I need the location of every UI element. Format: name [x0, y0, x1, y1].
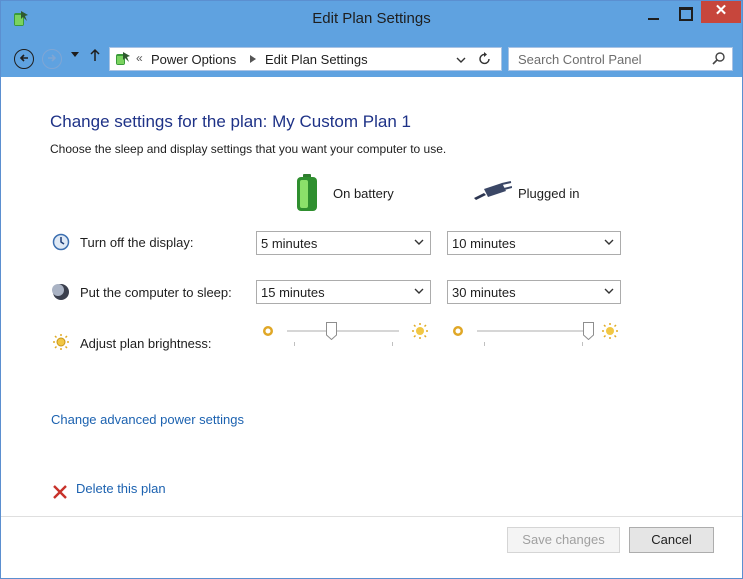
display-plugged-value: 10 minutes — [452, 236, 516, 251]
sun-icon — [53, 334, 69, 350]
delete-this-plan-link[interactable]: Delete this plan — [76, 481, 166, 496]
up-arrow-icon — [90, 48, 100, 61]
display-battery-value: 5 minutes — [261, 236, 318, 251]
adjust-plan-brightness-label: Adjust plan brightness: — [80, 336, 212, 351]
slider-track — [287, 330, 399, 332]
cancel-button[interactable]: Cancel — [629, 527, 714, 553]
search-input[interactable]: Search Control Panel — [508, 47, 733, 71]
brightness-battery-slider[interactable] — [259, 319, 431, 349]
column-header-plugged-in: Plugged in — [518, 186, 580, 201]
forward-button[interactable] — [42, 49, 62, 69]
close-button[interactable]: ✕ — [701, 1, 741, 23]
slider-track — [477, 330, 589, 332]
turn-off-display-label: Turn off the display: — [80, 235, 194, 250]
content-area: Change settings for the plan: My Custom … — [1, 77, 742, 578]
slider-tick — [582, 342, 583, 346]
delete-icon — [53, 485, 67, 499]
put-computer-to-sleep-label: Put the computer to sleep: — [80, 285, 232, 300]
back-arrow-icon — [19, 54, 28, 62]
chevron-down-icon — [414, 288, 424, 294]
breadcrumb-power-options[interactable]: Power Options — [151, 52, 236, 67]
change-advanced-power-settings-link[interactable]: Change advanced power settings — [51, 412, 244, 427]
minimize-button[interactable] — [641, 5, 667, 27]
refresh-icon[interactable] — [478, 52, 492, 66]
recent-locations-button[interactable] — [71, 51, 79, 60]
control-panel-icon — [116, 52, 130, 65]
chevron-down-icon — [604, 288, 614, 294]
breadcrumb-edit-plan-settings[interactable]: Edit Plan Settings — [265, 52, 368, 67]
brightness-high-icon — [412, 323, 428, 339]
footer-divider — [1, 516, 742, 517]
chevron-down-icon — [414, 239, 424, 245]
forward-arrow-icon — [48, 54, 57, 62]
maximize-button[interactable] — [672, 5, 698, 27]
address-bar: « Power Options Edit Plan Settings Searc… — [1, 39, 742, 77]
breadcrumb[interactable]: « Power Options Edit Plan Settings — [109, 47, 502, 71]
slider-tick — [484, 342, 485, 346]
column-header-on-battery: On battery — [333, 186, 394, 201]
display-battery-select[interactable]: 5 minutes — [256, 231, 431, 255]
save-changes-button[interactable]: Save changes — [507, 527, 620, 553]
brightness-low-icon — [453, 326, 463, 336]
title-bar[interactable]: Edit Plan Settings ✕ — [1, 1, 742, 39]
sleep-plugged-select[interactable]: 30 minutes — [447, 280, 621, 304]
slider-thumb[interactable] — [325, 322, 337, 340]
back-button[interactable] — [14, 49, 34, 69]
sleep-battery-select[interactable]: 15 minutes — [256, 280, 431, 304]
moon-icon — [52, 284, 69, 300]
slider-thumb[interactable] — [583, 322, 594, 340]
display-plugged-select[interactable]: 10 minutes — [447, 231, 621, 255]
window-title: Edit Plan Settings — [312, 10, 431, 27]
search-placeholder: Search Control Panel — [518, 52, 642, 67]
slider-tick — [294, 342, 295, 346]
chevron-down-icon — [71, 52, 79, 57]
page-description: Choose the sleep and display settings th… — [50, 142, 447, 156]
breadcrumb-overflow[interactable]: « — [136, 51, 143, 65]
address-dropdown-icon[interactable] — [456, 56, 466, 64]
brightness-low-icon — [263, 326, 273, 336]
up-button[interactable] — [89, 48, 101, 66]
power-plug-icon — [474, 181, 512, 200]
brightness-high-icon — [602, 323, 618, 339]
battery-icon — [297, 174, 317, 211]
page-title: Change settings for the plan: My Custom … — [50, 112, 411, 131]
slider-tick — [392, 342, 393, 346]
sleep-battery-value: 15 minutes — [261, 285, 325, 300]
search-icon[interactable] — [712, 51, 726, 65]
sleep-plugged-value: 30 minutes — [452, 285, 516, 300]
chevron-down-icon — [604, 239, 614, 245]
chevron-right-icon — [250, 55, 256, 63]
edit-plan-settings-window: Edit Plan Settings ✕ « Power Options Edi… — [0, 0, 743, 579]
brightness-plugged-slider[interactable] — [449, 319, 621, 349]
display-icon — [52, 233, 70, 251]
